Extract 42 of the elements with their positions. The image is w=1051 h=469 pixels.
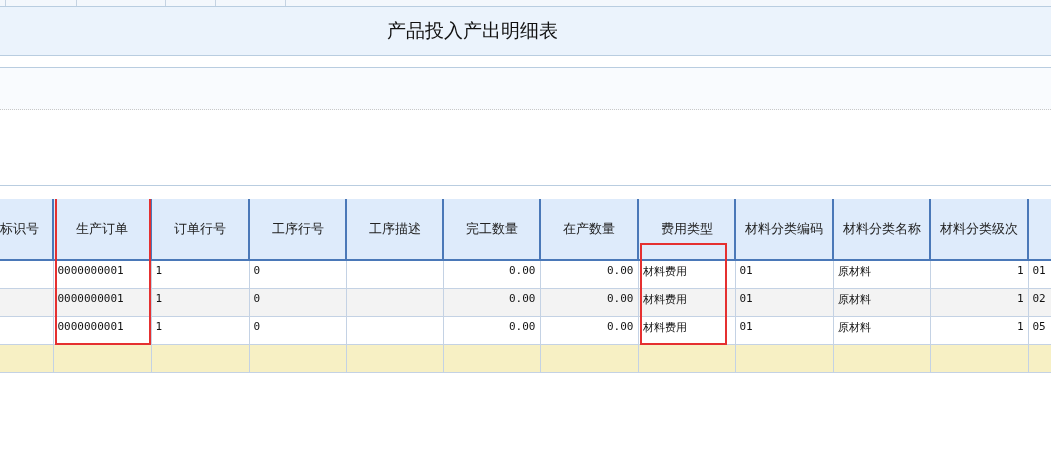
table-cell: 1 bbox=[155, 320, 163, 333]
table-cell: 0.00 bbox=[509, 292, 536, 305]
table-cell: 01 bbox=[739, 320, 753, 333]
table-cell: 01 bbox=[739, 264, 753, 277]
report-title: 产品投入产出明细表 bbox=[387, 18, 558, 43]
table-cell: 1 bbox=[1016, 320, 1024, 333]
table-cell: 05 bbox=[1032, 320, 1046, 333]
table-cell: 0.00 bbox=[509, 264, 536, 277]
table-cell: 0 bbox=[253, 264, 261, 277]
column-header[interactable]: 费用类型 bbox=[638, 199, 735, 260]
column-header[interactable]: 材料分类名称 bbox=[833, 199, 930, 260]
table-cell: 材料费用 bbox=[642, 265, 687, 278]
table-cell: 02 bbox=[1032, 292, 1046, 305]
column-header[interactable]: 在产数量 bbox=[540, 199, 638, 260]
column-header[interactable]: 工序描述 bbox=[346, 199, 443, 260]
column-header[interactable]: 订单行号 bbox=[151, 199, 249, 260]
table-cell: 0000000001 bbox=[57, 264, 124, 277]
table-cell: 原材料 bbox=[837, 293, 871, 306]
table-cell: 0.00 bbox=[607, 292, 634, 305]
column-header[interactable]: 材料分类级次 bbox=[930, 199, 1028, 260]
table-cell: 1 bbox=[1016, 292, 1024, 305]
table-cell: 0.00 bbox=[509, 320, 536, 333]
table-cell: 原材料 bbox=[837, 265, 871, 278]
table-cell: 材料费用 bbox=[642, 321, 687, 334]
table-cell: 1 bbox=[1016, 264, 1024, 277]
column-header[interactable]: 标识号 bbox=[0, 199, 53, 260]
table-cell: 1 bbox=[155, 264, 163, 277]
column-header[interactable]: 生产订单 bbox=[53, 199, 151, 260]
column-header[interactable]: 工序行号 bbox=[249, 199, 346, 260]
table-cell: 01 bbox=[1032, 264, 1046, 277]
table-cell: 01 bbox=[739, 292, 753, 305]
table-cell: 材料费用 bbox=[642, 293, 687, 306]
column-header[interactable]: 材料分类编码 bbox=[735, 199, 833, 260]
table-cell: 0.00 bbox=[607, 320, 634, 333]
table-cell: 0 bbox=[253, 292, 261, 305]
table-cell: 0 bbox=[253, 320, 261, 333]
table-cell: 0.00 bbox=[607, 264, 634, 277]
table-cell: 0000000001 bbox=[57, 320, 124, 333]
table-cell: 原材料 bbox=[837, 321, 871, 334]
table-cell: 1 bbox=[155, 292, 163, 305]
table-cell: 0000000001 bbox=[57, 292, 124, 305]
column-header[interactable]: 完工数量 bbox=[443, 199, 540, 260]
